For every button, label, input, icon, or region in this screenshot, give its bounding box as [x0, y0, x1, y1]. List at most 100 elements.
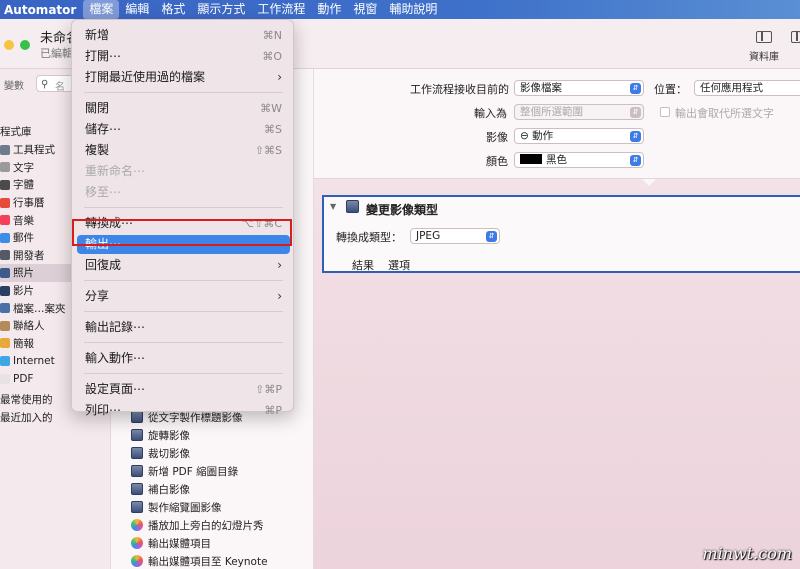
menu-item-label: 列印⋯ — [85, 403, 122, 417]
menu-window[interactable]: 視窗 — [347, 0, 383, 19]
library-item-icon — [0, 373, 10, 384]
menu-item-label: 儲存⋯ — [85, 122, 122, 136]
toolbar-icon — [791, 31, 800, 43]
action-list-item[interactable]: 旋轉影像 — [131, 426, 268, 444]
photos-icon — [131, 519, 143, 531]
action-list-item[interactable]: 輸出媒體項目至 Keynote — [131, 552, 268, 569]
variables-label[interactable]: 變數 — [4, 77, 24, 92]
receives-label: 工作流程接收目前的 — [410, 83, 509, 96]
window-controls — [4, 40, 30, 50]
action-list-item[interactable]: 輸出媒體項目 — [131, 534, 268, 552]
window-subtitle: 已編輯 — [40, 47, 73, 60]
image-icon — [131, 465, 143, 477]
convert-type-select[interactable]: JPEG ⇵ — [410, 228, 500, 244]
menu-view[interactable]: 顯示方式 — [191, 0, 251, 19]
action-list-item[interactable]: 新增 PDF 縮圖目錄 — [131, 462, 268, 480]
menu-item-label: 打開最近使用過的檔案 — [85, 70, 206, 84]
app-menu[interactable]: Automator — [0, 3, 83, 17]
menu-item[interactable]: 分享 › — [77, 287, 290, 306]
input-notch — [642, 179, 656, 186]
menu-format[interactable]: 格式 — [155, 0, 191, 19]
tab-options[interactable]: 選項 — [388, 257, 410, 273]
library-item-label: 照片 — [13, 267, 34, 280]
action-list-item[interactable]: 製作縮覽圖影像 — [131, 498, 268, 516]
menu-item-label: 複製 — [85, 143, 110, 157]
replace-checkbox[interactable] — [660, 107, 670, 117]
library-item-icon — [0, 267, 10, 278]
search-placeholder: 名 — [55, 82, 65, 93]
action-list-item[interactable]: 裁切影像 — [131, 444, 268, 462]
image-select[interactable]: ⊖ 動作 ⇵ — [514, 128, 644, 144]
most-used-item[interactable]: 最常使用的 — [0, 391, 53, 409]
menu-item[interactable]: 列印⋯ ⌘P — [77, 401, 290, 420]
zoom-button[interactable] — [20, 40, 30, 50]
stepper-icon: ⇵ — [630, 130, 641, 142]
menu-item[interactable]: 打開⋯ ⌘O — [77, 47, 290, 66]
library-item-label: 文字 — [13, 161, 34, 174]
input-value: 整個所選範圍 — [520, 106, 583, 118]
minimize-button[interactable] — [4, 40, 14, 50]
replace-label: 輸出會取代所選文字 — [675, 107, 774, 120]
action-title: 變更影像類型 — [366, 203, 439, 217]
menu-item-shortcut: ⌘O — [262, 50, 282, 63]
menu-item[interactable]: 關閉 ⌘W — [77, 99, 290, 118]
library-footer: 最常使用的 最近加入的 — [0, 391, 53, 426]
stepper-icon: ⇵ — [630, 154, 641, 166]
menu-item-label: 重新命名⋯ — [85, 164, 146, 178]
toolbar-overflow-button[interactable] — [786, 31, 800, 48]
menu-item-shortcut: ⇧⌘S — [254, 144, 282, 157]
menu-workflow[interactable]: 工作流程 — [251, 0, 311, 19]
action-list-item-label: 輸出媒體項目至 Keynote — [148, 555, 268, 568]
disclosure-triangle-icon[interactable]: ▼ — [330, 202, 336, 211]
library-button[interactable]: 資料庫 — [740, 31, 788, 63]
color-label: 顏色 — [486, 155, 508, 168]
menu-item[interactable]: 回復成 › — [77, 256, 290, 275]
menu-item-shortcut: ⇧⌘P — [255, 383, 282, 396]
menu-item: 移至⋯ — [77, 183, 290, 202]
menu-edit[interactable]: 編輯 — [119, 0, 155, 19]
menu-action[interactable]: 動作 — [311, 0, 347, 19]
menu-item[interactable]: 打開最近使用過的檔案 › — [77, 68, 290, 87]
action-list-item[interactable]: 補白影像 — [131, 480, 268, 498]
highlight-outline — [72, 219, 292, 246]
library-item-icon — [0, 232, 10, 243]
change-image-type-action[interactable]: ▼ 變更影像類型 轉換成類型： JPEG ⇵ 結果 選項 — [322, 195, 800, 273]
sidebar-icon — [756, 31, 772, 43]
menu-item-label: 打開⋯ — [85, 49, 122, 63]
library-item-label: 郵件 — [13, 232, 34, 245]
menu-item[interactable]: 輸出記錄⋯ — [77, 318, 290, 337]
menu-help[interactable]: 輔助說明 — [383, 0, 443, 19]
menu-file[interactable]: 檔案 — [83, 0, 120, 19]
menu-item[interactable]: 輸入動作⋯ — [77, 349, 290, 368]
action-list-item[interactable]: 播放加上旁白的幻燈片秀 — [131, 516, 268, 534]
location-select[interactable]: 任何應用程式 — [694, 80, 800, 96]
menu-item[interactable]: 複製 ⇧⌘S — [77, 141, 290, 160]
menu-separator — [84, 373, 283, 374]
menu-item[interactable]: 新增 ⌘N — [77, 26, 290, 45]
menu-item-shortcut: ⌘N — [262, 29, 282, 42]
receives-select[interactable]: 影像檔案 ⇵ — [514, 80, 644, 96]
location-value: 任何應用程式 — [700, 82, 763, 94]
photos-icon — [131, 555, 143, 567]
image-icon — [346, 200, 359, 213]
menu-item[interactable]: 儲存⋯ ⌘S — [77, 120, 290, 139]
workflow-pane: 工作流程接收目前的 影像檔案 ⇵ 位置： 任何應用程式 輸入為 整個所選範圍 ⇵ 輸… — [314, 69, 800, 569]
menu-item[interactable]: 設定頁面⋯ ⇧⌘P — [77, 380, 290, 399]
search-icon: ⚲ — [41, 79, 49, 90]
file-menu: 新增 ⌘N 打開⋯ ⌘O 打開最近使用過的檔案 › 關閉 ⌘W 儲存⋯ ⌘S 複製 ⇧⌘S 重新命名⋯ 移… — [71, 19, 294, 417]
library-item-icon — [0, 144, 10, 155]
menu-separator — [84, 311, 283, 312]
library-header[interactable]: 程式庫 — [0, 123, 32, 141]
image-icon — [131, 501, 143, 513]
menu-item-label: 輸出記錄⋯ — [85, 320, 146, 334]
menu-item-label: 新增 — [85, 28, 110, 42]
color-select[interactable]: 黑色 ⇵ — [514, 152, 644, 168]
input-select: 整個所選範圍 ⇵ — [514, 104, 644, 120]
menu-item-shortcut: ⌘W — [260, 102, 282, 115]
tab-results[interactable]: 結果 — [352, 257, 374, 273]
input-label: 輸入為 — [474, 107, 507, 120]
menu-separator — [84, 207, 283, 208]
recently-added-item[interactable]: 最近加入的 — [0, 409, 53, 427]
menu-item-shortcut: ⌘P — [264, 404, 282, 417]
library-item-icon — [0, 162, 10, 173]
